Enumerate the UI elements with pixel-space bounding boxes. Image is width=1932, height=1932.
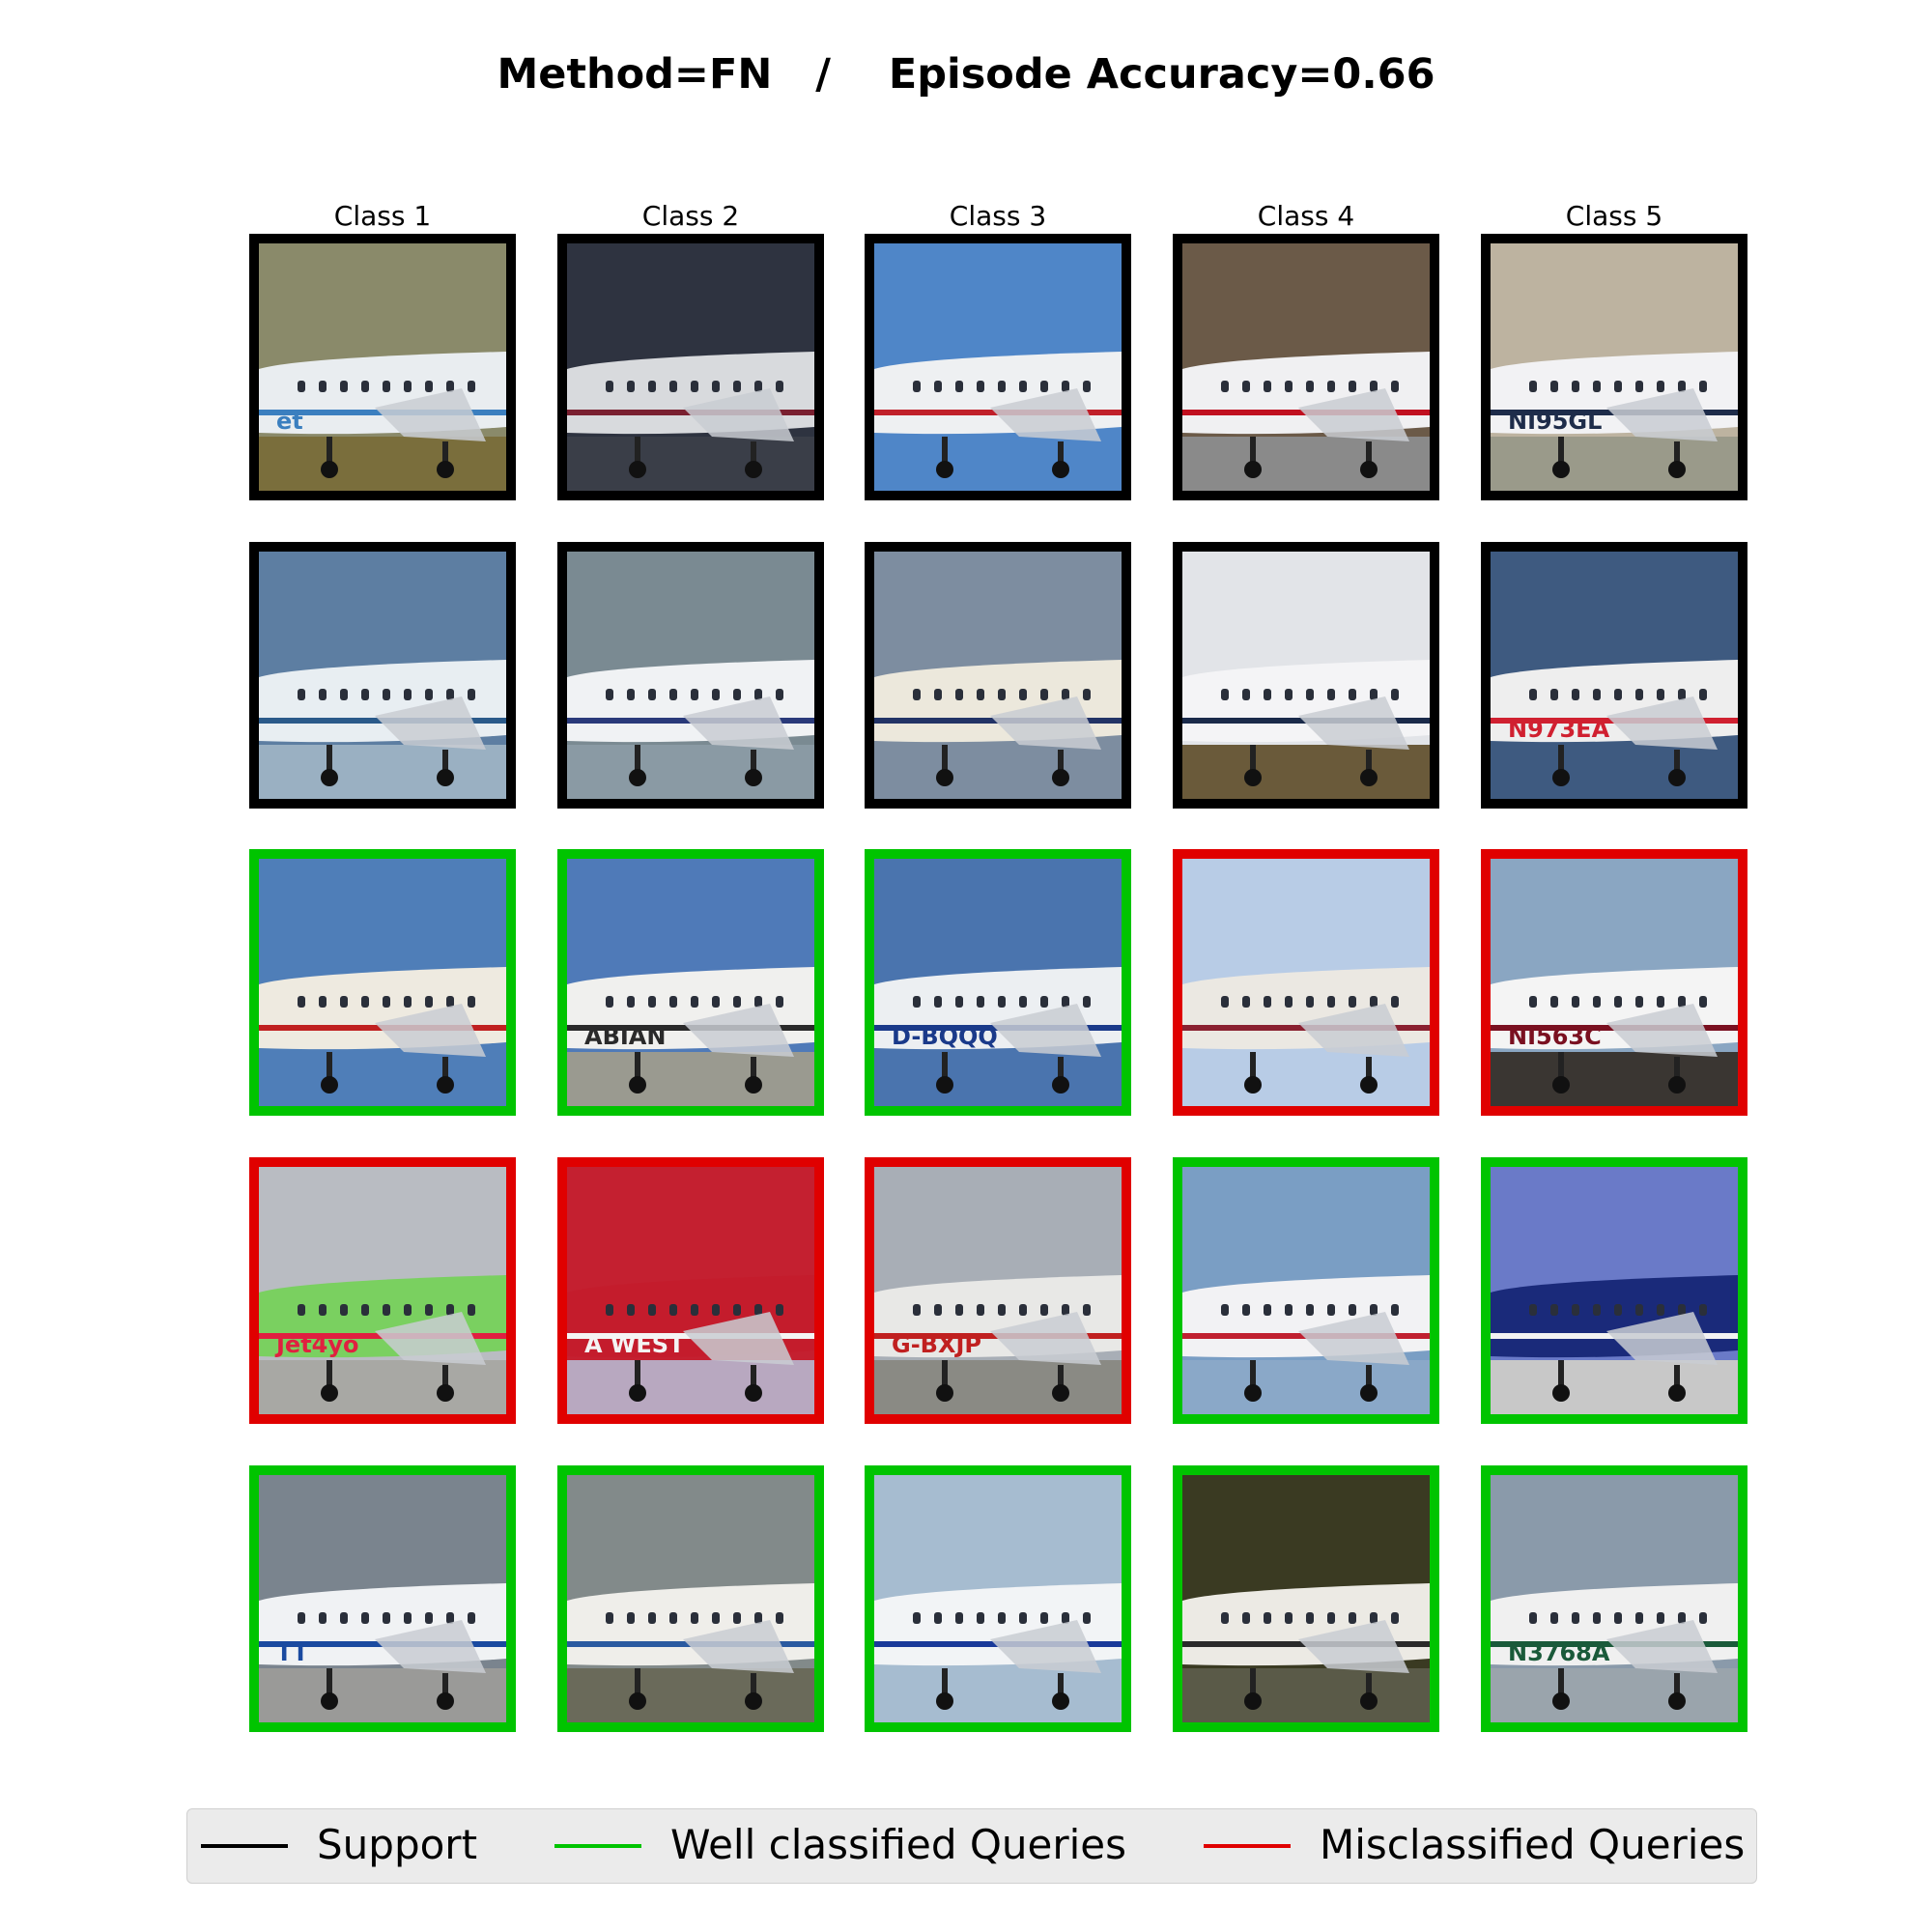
grid-image-r5-c3-correct bbox=[865, 1465, 1131, 1732]
airplane-photo: ABIAN bbox=[567, 859, 814, 1106]
aircraft-marking: N3768A bbox=[1508, 1639, 1610, 1666]
aircraft-marking: D-BQQQ bbox=[892, 1023, 998, 1050]
airplane-photo bbox=[874, 552, 1122, 799]
airplane-photo bbox=[567, 552, 814, 799]
airplane-photo bbox=[1182, 859, 1430, 1106]
aircraft-marking: NI563C bbox=[1508, 1023, 1602, 1050]
legend-label-support: Support bbox=[317, 1821, 478, 1868]
aircraft-marking: G-BXJP bbox=[892, 1331, 981, 1358]
legend-line-well-classified bbox=[554, 1844, 641, 1848]
aircraft-marking: N973EA bbox=[1508, 716, 1610, 743]
grid-image-r4-c5-correct bbox=[1481, 1157, 1747, 1424]
airplane-photo bbox=[874, 1475, 1122, 1722]
column-header-2: Class 2 bbox=[641, 200, 740, 232]
grid-image-r2-c3-support bbox=[865, 542, 1131, 809]
grid-image-r3-c2-correct: ABIAN bbox=[557, 849, 824, 1116]
grid-image-r5-c4-correct bbox=[1173, 1465, 1439, 1732]
legend-line-misclassified bbox=[1204, 1844, 1291, 1848]
legend: Support Well classified Queries Misclass… bbox=[186, 1808, 1757, 1884]
grid-image-r3-c1-correct bbox=[249, 849, 516, 1116]
column-header-4: Class 4 bbox=[1257, 200, 1355, 232]
grid-image-r3-c5-wrong: NI563C bbox=[1481, 849, 1747, 1116]
airplane-photo bbox=[567, 1475, 814, 1722]
aircraft-marking: A WEST bbox=[584, 1331, 685, 1358]
airplane-photo bbox=[567, 243, 814, 491]
legend-label-well-classified: Well classified Queries bbox=[670, 1821, 1127, 1868]
grid-image-r1-c4-support bbox=[1173, 234, 1439, 500]
airplane-photo bbox=[1491, 1167, 1738, 1414]
column-header-5: Class 5 bbox=[1565, 200, 1663, 232]
aircraft-marking: et bbox=[276, 408, 303, 435]
grid-image-r1-c3-support bbox=[865, 234, 1131, 500]
grid-image-r2-c5-support: N973EA bbox=[1481, 542, 1747, 809]
airplane-photo: N3768A bbox=[1491, 1475, 1738, 1722]
airplane-photo: Jet4yo bbox=[259, 1167, 506, 1414]
airplane-photo bbox=[259, 552, 506, 799]
grid-image-r4-c4-correct bbox=[1173, 1157, 1439, 1424]
airplane-photo bbox=[1182, 552, 1430, 799]
legend-line-support bbox=[201, 1844, 288, 1848]
airplane-photo bbox=[1182, 1475, 1430, 1722]
column-header-3: Class 3 bbox=[949, 200, 1047, 232]
grid-image-r1-c5-support: NI95GL bbox=[1481, 234, 1747, 500]
grid-image-r2-c1-support bbox=[249, 542, 516, 809]
aircraft-marking: TT bbox=[276, 1639, 309, 1666]
grid-image-r2-c2-support bbox=[557, 542, 824, 809]
aircraft-marking: NI95GL bbox=[1508, 408, 1602, 435]
grid-image-r2-c4-support bbox=[1173, 542, 1439, 809]
column-header-1: Class 1 bbox=[333, 200, 432, 232]
airplane-photo bbox=[874, 243, 1122, 491]
grid-image-r5-c1-correct: TT bbox=[249, 1465, 516, 1732]
legend-label-misclassified: Misclassified Queries bbox=[1320, 1821, 1746, 1868]
grid-image-r1-c1-support: et bbox=[249, 234, 516, 500]
airplane-photo: A WEST bbox=[567, 1167, 814, 1414]
grid-image-r5-c2-correct bbox=[557, 1465, 824, 1732]
grid-image-r1-c2-support bbox=[557, 234, 824, 500]
airplane-photo: D-BQQQ bbox=[874, 859, 1122, 1106]
aircraft-marking: ABIAN bbox=[584, 1023, 666, 1050]
airplane-photo bbox=[259, 859, 506, 1106]
airplane-photo bbox=[1182, 243, 1430, 491]
airplane-photo: N973EA bbox=[1491, 552, 1738, 799]
airplane-photo bbox=[1182, 1167, 1430, 1414]
airplane-photo: NI95GL bbox=[1491, 243, 1738, 491]
grid-image-r4-c3-wrong: G-BXJP bbox=[865, 1157, 1131, 1424]
airplane-photo: et bbox=[259, 243, 506, 491]
airplane-photo: G-BXJP bbox=[874, 1167, 1122, 1414]
grid-image-r4-c1-wrong: Jet4yo bbox=[249, 1157, 516, 1424]
grid-image-r3-c3-correct: D-BQQQ bbox=[865, 849, 1131, 1116]
grid-image-r3-c4-wrong bbox=[1173, 849, 1439, 1116]
grid-image-r5-c5-correct: N3768A bbox=[1481, 1465, 1747, 1732]
aircraft-marking: Jet4yo bbox=[274, 1331, 359, 1358]
grid-image-r4-c2-wrong: A WEST bbox=[557, 1157, 824, 1424]
airplane-photo: TT bbox=[259, 1475, 506, 1722]
airplane-photo: NI563C bbox=[1491, 859, 1738, 1106]
figure-title: Method=FN / Episode Accuracy=0.66 bbox=[497, 50, 1435, 99]
